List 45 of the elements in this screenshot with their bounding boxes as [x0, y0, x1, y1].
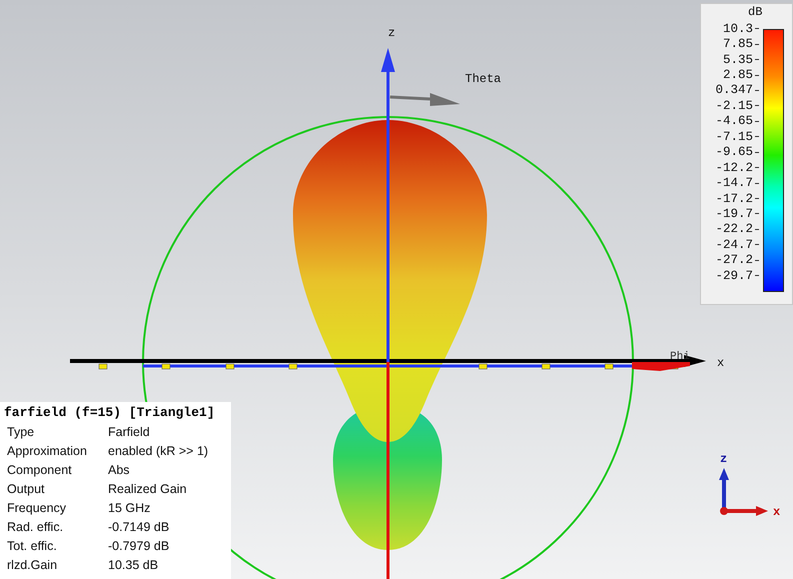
legend-tick-label: 5.35	[722, 52, 753, 67]
phi-arrow	[632, 362, 690, 371]
property-label: Frequency	[7, 500, 68, 517]
legend-tick-label: 2.85	[722, 68, 753, 82]
legend-tick-label: -24.7	[715, 238, 753, 252]
property-value: enabled (kR >> 1)	[108, 443, 210, 460]
legend-tick-label: -12.2	[715, 160, 753, 175]
property-label: Rad. effic.	[7, 519, 64, 536]
property-value: 15 GHz	[108, 500, 152, 517]
triad-x-label: x	[773, 505, 780, 519]
property-value: 10.35 dB	[108, 557, 160, 574]
property-label: Approximation	[7, 443, 88, 460]
legend-tick-label: -17.2	[715, 192, 753, 206]
x-axis-label: x	[717, 356, 724, 370]
property-value: -0.7979 dB	[108, 538, 170, 555]
legend-tick-label: -7.15	[715, 130, 753, 144]
legend-tick-label: -27.2	[715, 253, 753, 268]
property-label: rlzd.Gain	[7, 557, 58, 574]
triad-z-label: z	[720, 452, 728, 466]
property-value: Farfield	[108, 424, 151, 441]
phi-label: Phi	[670, 351, 690, 363]
property-value: Realized Gain	[108, 481, 188, 498]
property-label: Output	[7, 481, 46, 498]
legend-tick-label: -9.65	[715, 145, 753, 160]
legend-tick-label: 10.3	[722, 22, 753, 36]
property-label: Type	[7, 424, 36, 441]
legend-unit: dB	[748, 5, 762, 19]
legend-tick-label: -4.65	[715, 114, 753, 128]
property-value: -0.7149 dB	[108, 519, 170, 536]
property-label: Tot. effic.	[7, 538, 58, 555]
theta-arrow	[390, 93, 460, 106]
theta-label: Theta	[465, 72, 502, 86]
triad-z-arrow	[719, 468, 729, 510]
triad-x-arrow	[720, 506, 768, 516]
legend-tick-label: -29.7	[715, 268, 753, 283]
legend-tick-label: -19.7	[715, 206, 753, 221]
legend-tick-label: -14.7	[715, 176, 753, 190]
info-title: farfield (f=15) [Triangle1]	[4, 405, 216, 421]
legend-tick-label: -22.2	[715, 222, 753, 236]
property-label: Component	[7, 462, 73, 479]
legend-tick-label: 7.85	[722, 37, 753, 52]
z-axis-label: z	[388, 26, 396, 40]
property-value: Abs	[108, 462, 131, 479]
legend-tick-label: 0.347	[715, 83, 753, 98]
legend-tick-label: -2.15	[715, 98, 753, 113]
